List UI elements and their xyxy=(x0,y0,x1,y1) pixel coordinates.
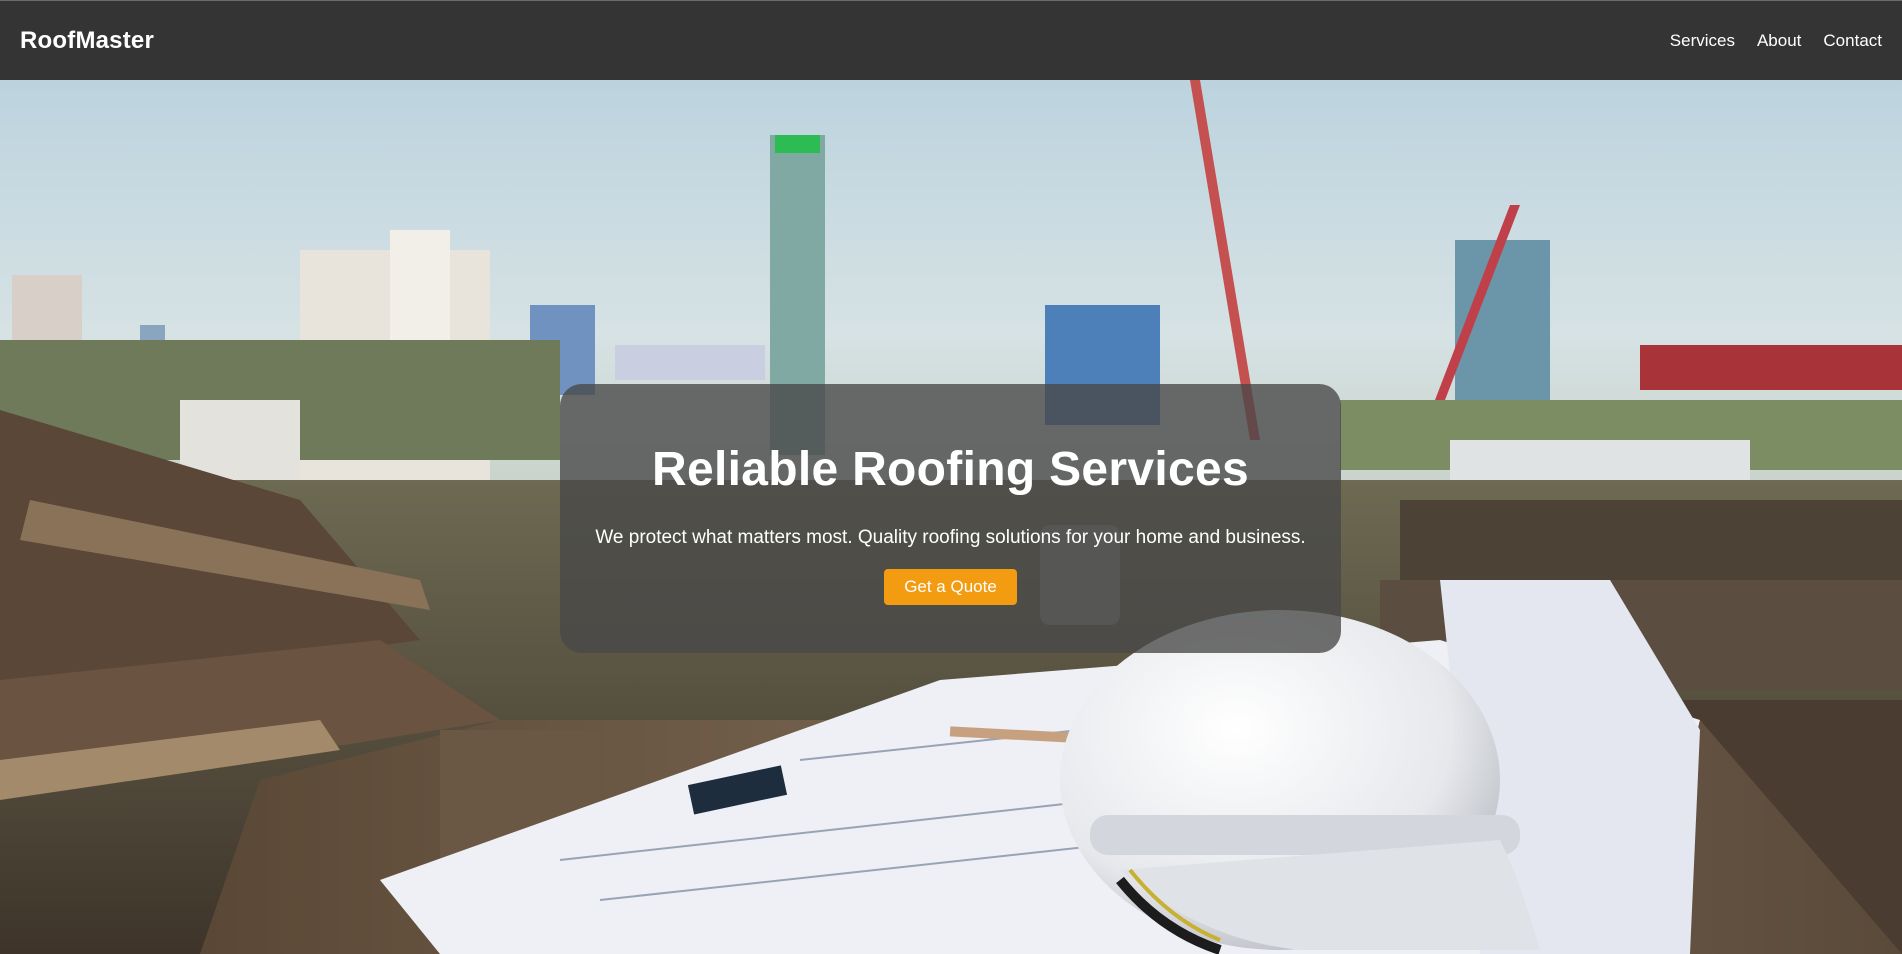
hero-card: Reliable Roofing Services We protect wha… xyxy=(560,384,1341,653)
nav-link-services[interactable]: Services xyxy=(1670,31,1735,51)
get-quote-button[interactable]: Get a Quote xyxy=(884,569,1017,605)
hero-subtitle: We protect what matters most. Quality ro… xyxy=(595,527,1306,548)
nav-link-about[interactable]: About xyxy=(1757,31,1801,51)
hero-section: Reliable Roofing Services We protect wha… xyxy=(0,80,1902,954)
site-header: RoofMaster Services About Contact xyxy=(0,1,1902,80)
hero-title: Reliable Roofing Services xyxy=(651,443,1250,496)
main-nav: Services About Contact xyxy=(1648,31,1882,51)
site-logo[interactable]: RoofMaster xyxy=(20,27,154,55)
nav-link-contact[interactable]: Contact xyxy=(1823,31,1882,51)
